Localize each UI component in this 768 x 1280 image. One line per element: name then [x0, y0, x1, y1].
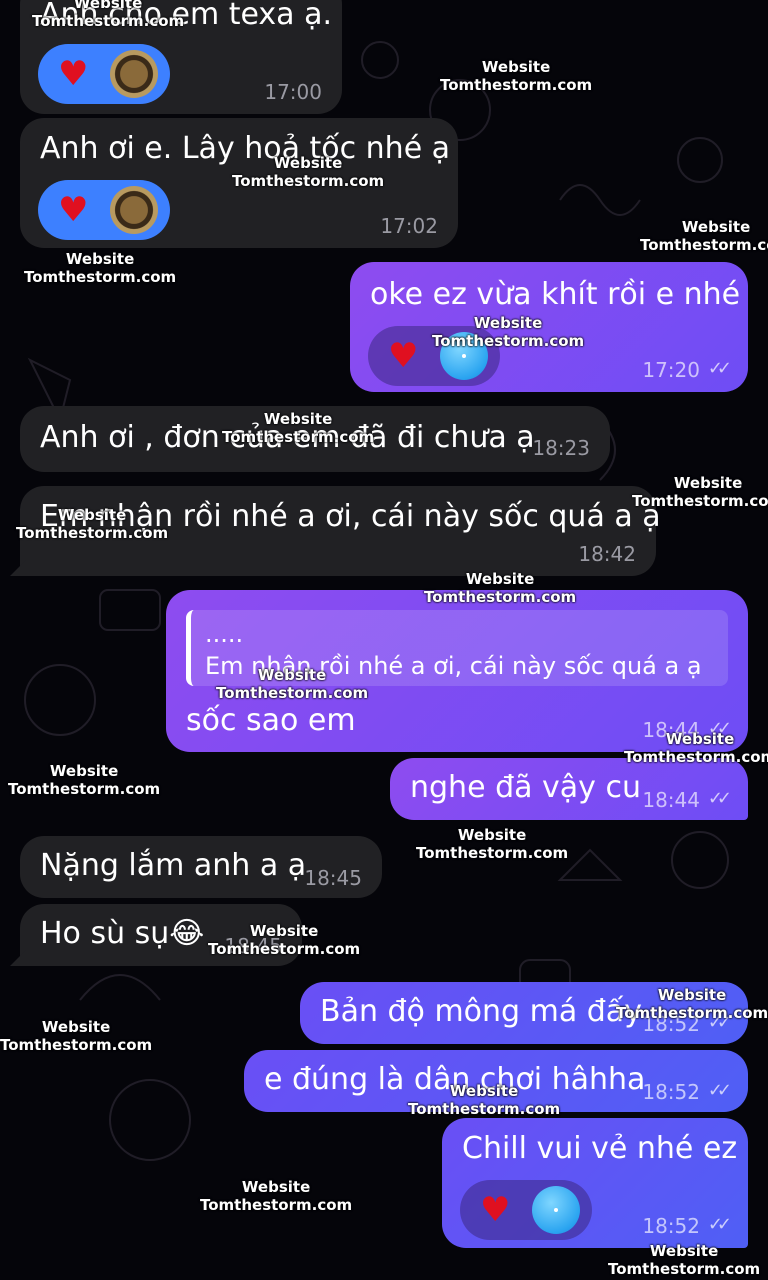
- reactor-avatar: [110, 186, 158, 234]
- watermark: WebsiteTomthestorm.com: [424, 570, 577, 606]
- watermark: WebsiteTomthestorm.com: [216, 666, 369, 702]
- watermark: WebsiteTomthestorm.com: [16, 506, 169, 542]
- message-bubble-outgoing[interactable]: Chill vui vẻ nhé ez ♥ 18:52 ✓✓: [442, 1118, 748, 1248]
- read-check-icon: ✓✓: [707, 788, 732, 809]
- watermark: WebsiteTomthestorm.com: [0, 1018, 153, 1054]
- reactor-avatar: [532, 1186, 580, 1234]
- message-time: 18:23: [532, 436, 590, 460]
- message-text: Nặng lắm anh a ạ: [40, 848, 307, 883]
- watermark: WebsiteTomthestorm.com: [640, 218, 768, 254]
- watermark: WebsiteTomthestorm.com: [208, 922, 361, 958]
- heart-icon: ♥: [480, 1190, 511, 1230]
- message-time: 17:00: [264, 80, 322, 104]
- read-check-icon: ✓✓: [707, 1214, 732, 1235]
- message-time: 18:45: [304, 866, 362, 890]
- message-text: Bản độ mông má đấy: [320, 994, 642, 1029]
- message-time: 17:20: [642, 358, 700, 382]
- message-time: 18:42: [578, 542, 636, 566]
- heart-icon: ♥: [58, 190, 89, 230]
- message-time: 18:52: [642, 1214, 700, 1238]
- bubble-tail: [10, 560, 26, 576]
- message-text: oke ez vừa khít rồi e nhé: [370, 277, 741, 312]
- bubble-tail: [10, 950, 26, 966]
- quote-title: .....: [205, 620, 244, 648]
- watermark: WebsiteTomthestorm.com: [408, 1082, 561, 1118]
- read-check-icon: ✓✓: [707, 358, 732, 379]
- reactor-avatar: [110, 50, 158, 98]
- message-bubble-incoming[interactable]: Nặng lắm anh a ạ 18:45: [20, 836, 382, 898]
- watermark: WebsiteTomthestorm.com: [8, 762, 161, 798]
- read-check-icon: ✓✓: [707, 1080, 732, 1101]
- message-time: 17:02: [380, 214, 438, 238]
- watermark: WebsiteTomthestorm.com: [632, 474, 768, 510]
- watermark: WebsiteTomthestorm.com: [440, 58, 593, 94]
- watermark: WebsiteTomthestorm.com: [624, 730, 768, 766]
- heart-icon: ♥: [58, 54, 89, 94]
- watermark: WebsiteTomthestorm.com: [24, 250, 177, 286]
- message-text: Ho sù sụ😂: [40, 916, 205, 951]
- message-bubble-outgoing[interactable]: nghe đã vậy cu 18:44 ✓✓: [390, 758, 748, 820]
- reaction-badge[interactable]: ♥: [460, 1180, 592, 1240]
- watermark: WebsiteTomthestorm.com: [32, 0, 185, 30]
- reaction-badge[interactable]: ♥: [38, 180, 170, 240]
- message-text: Chill vui vẻ nhé ez: [462, 1131, 738, 1166]
- message-time: 18:44: [642, 788, 700, 812]
- watermark: WebsiteTomthestorm.com: [232, 154, 385, 190]
- message-time: 18:52: [642, 1080, 700, 1104]
- watermark: WebsiteTomthestorm.com: [416, 826, 569, 862]
- message-text: sốc sao em: [186, 703, 356, 738]
- watermark: WebsiteTomthestorm.com: [616, 986, 768, 1022]
- reaction-badge[interactable]: ♥: [38, 44, 170, 104]
- watermark: WebsiteTomthestorm.com: [608, 1242, 761, 1278]
- watermark: WebsiteTomthestorm.com: [432, 314, 585, 350]
- heart-icon: ♥: [388, 336, 419, 376]
- watermark: WebsiteTomthestorm.com: [222, 410, 375, 446]
- message-text: nghe đã vậy cu: [410, 770, 641, 805]
- watermark: WebsiteTomthestorm.com: [200, 1178, 353, 1214]
